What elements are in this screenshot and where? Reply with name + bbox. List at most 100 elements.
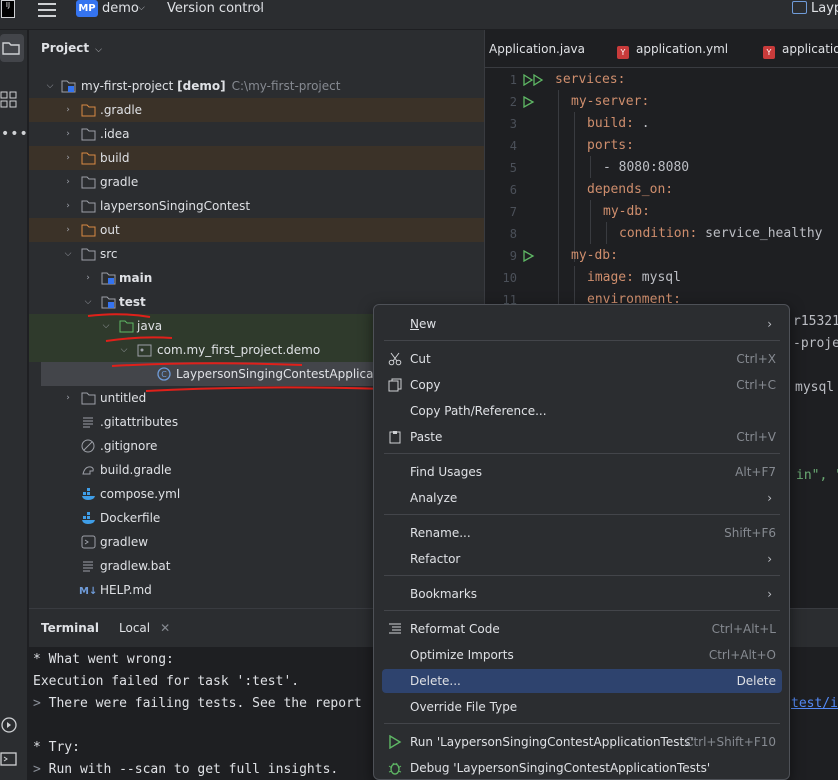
tool-window-strip: ••• — [0, 30, 28, 780]
code-line[interactable]: 4 ports: — [485, 135, 838, 157]
tree-item-label: .gitignore — [100, 439, 158, 453]
chevron-right-icon: › — [66, 105, 70, 115]
tab-application-yml[interactable]: Yapplication.yml — [617, 30, 728, 68]
run-config-icon — [792, 1, 807, 14]
tree-item-src[interactable]: ⌵ src — [29, 242, 484, 266]
tree-item-main[interactable]: › main — [29, 266, 484, 290]
tree-item-build[interactable]: › build — [29, 146, 484, 170]
module-folder-icon — [101, 272, 116, 285]
version-control-menu[interactable]: Version control — [167, 0, 264, 17]
folder-icon — [81, 200, 96, 213]
menu-item-reformat-code[interactable]: Reformat Code Ctrl+Alt+L — [382, 617, 782, 641]
project-tool-button[interactable] — [0, 34, 24, 62]
run-config-tab[interactable]: Layp — [792, 0, 838, 17]
structure-tool-button[interactable] — [0, 90, 18, 111]
excluded-folder-icon — [81, 104, 96, 117]
menu-item-run-tests[interactable]: Run 'LaypersonSingingContestApplicationT… — [382, 730, 782, 754]
chevron-down-icon: ⌵ — [95, 45, 102, 55]
chevron-down-icon[interactable]: ⌵ — [256, 0, 263, 17]
tab-application-other[interactable]: Yapplication — [763, 30, 838, 68]
menu-item-debug-tests[interactable]: Debug 'LaypersonSingingContestApplicatio… — [382, 756, 782, 779]
scissors-icon — [388, 352, 402, 366]
main-menu-icon[interactable] — [38, 3, 56, 17]
chevron-right-icon: › — [66, 393, 70, 403]
menu-item-refactor[interactable]: Refactor › — [382, 547, 782, 571]
tree-item-root[interactable]: ⌵ my-first-project [demo] C:\my-first-pro… — [29, 74, 484, 98]
report-link[interactable]: test/i — [791, 693, 838, 715]
menu-item-paste[interactable]: Paste Ctrl+V — [382, 425, 782, 449]
menu-item-delete[interactable]: Delete... Delete — [382, 669, 782, 693]
module-folder-icon — [61, 80, 76, 93]
services-tool-button[interactable] — [0, 716, 18, 737]
more-tools-icon[interactable]: ••• — [1, 126, 29, 142]
reformat-icon — [389, 623, 401, 634]
excluded-folder-icon — [81, 152, 96, 165]
project-badge[interactable]: MP — [76, 0, 98, 17]
paste-icon — [389, 431, 401, 444]
tree-item-test-class[interactable]: C LaypersonSingingContestApplication — [41, 362, 396, 386]
chevron-down-icon[interactable]: ⌵ — [138, 0, 145, 17]
code-overflow: in", " — [796, 468, 838, 483]
close-icon[interactable]: ✕ — [160, 621, 170, 635]
code-line[interactable]: 2 my-server: — [485, 91, 838, 113]
code-line[interactable]: 10 image: mysql — [485, 267, 838, 289]
markdown-icon: M↓ — [79, 586, 97, 597]
copy-icon — [388, 378, 402, 392]
tree-item-gradle[interactable]: › gradle — [29, 170, 484, 194]
menu-item-copy-path[interactable]: Copy Path/Reference... — [382, 399, 782, 423]
menu-item-bookmarks[interactable]: Bookmarks › — [382, 582, 782, 606]
menu-item-new[interactable]: New › — [382, 312, 782, 336]
tree-item-gradle-dir[interactable]: › .gradle — [29, 98, 484, 122]
code-line[interactable]: 9 my-db: — [485, 245, 838, 267]
terminal-icon — [0, 752, 17, 766]
menu-item-copy[interactable]: Copy Ctrl+C — [382, 373, 782, 397]
tab-application-java[interactable]: Application.java — [489, 30, 585, 68]
menu-item-cut[interactable]: Cut Ctrl+X — [382, 347, 782, 371]
tree-item-label: HELP.md — [100, 583, 152, 597]
yaml-file-icon: Y — [617, 46, 629, 59]
code-line[interactable]: 5- 8080:8080 — [485, 157, 838, 179]
tree-item-idea[interactable]: › .idea — [29, 122, 484, 146]
title-bar: IJ MP demo ⌵ Version control ⌵ Layp — [0, 0, 838, 30]
chevron-right-icon: › — [66, 153, 70, 163]
menu-item-override-file-type[interactable]: Override File Type — [382, 695, 782, 719]
tree-item-layperson-dir[interactable]: › laypersonSingingContest — [29, 194, 484, 218]
run-icon[interactable] — [523, 250, 535, 262]
tree-item-label: compose.yml — [100, 487, 181, 501]
tree-item-out[interactable]: › out — [29, 218, 484, 242]
tree-item-label: gradle — [100, 175, 139, 189]
chevron-down-icon: ⌵ — [84, 297, 92, 307]
package-icon — [137, 344, 152, 357]
chevron-down-icon: ⌵ — [102, 321, 110, 331]
chevron-right-icon: › — [767, 552, 772, 566]
menu-item-find-usages[interactable]: Find Usages Alt+F7 — [382, 460, 782, 484]
code-line[interactable]: 3 build: . — [485, 113, 838, 135]
terminal-tool-button[interactable] — [0, 750, 18, 771]
tree-item-label: my-first-project — [81, 79, 174, 93]
run-icon — [389, 735, 402, 749]
tree-item-label: untitled — [100, 391, 147, 405]
menu-item-analyze[interactable]: Analyze › — [382, 486, 782, 510]
code-line[interactable]: 1 services: — [485, 69, 838, 91]
text-file-icon — [83, 417, 93, 428]
run-icon[interactable] — [523, 96, 535, 108]
code-line[interactable]: 7 my-db: — [485, 201, 838, 223]
terminal-title: Terminal — [41, 621, 100, 635]
project-panel-title[interactable]: Project ⌵ — [41, 41, 102, 55]
tree-item-label: LaypersonSingingContestApplication — [176, 367, 397, 381]
terminal-line: > There were failing tests. See the repo… — [33, 696, 362, 711]
text-file-icon — [83, 561, 93, 572]
menu-item-rename[interactable]: Rename... Shift+F6 — [382, 521, 782, 545]
run-services-icon[interactable] — [523, 74, 551, 86]
chevron-right-icon: › — [86, 273, 90, 283]
code-line[interactable]: 8 condition: service_healthy — [485, 223, 838, 245]
menu-item-optimize-imports[interactable]: Optimize Imports Ctrl+Alt+O — [382, 643, 782, 667]
tree-item-label: .idea — [100, 127, 130, 141]
ignore-file-icon — [81, 439, 95, 453]
chevron-right-icon: › — [767, 317, 772, 331]
project-switcher[interactable]: demo — [102, 0, 139, 17]
terminal-tab-local[interactable]: Local ✕ — [109, 615, 180, 641]
tree-item-label: .gradle — [100, 103, 143, 117]
code-line[interactable]: 6 depends_on: — [485, 179, 838, 201]
run-config-label: Layp — [811, 1, 838, 16]
